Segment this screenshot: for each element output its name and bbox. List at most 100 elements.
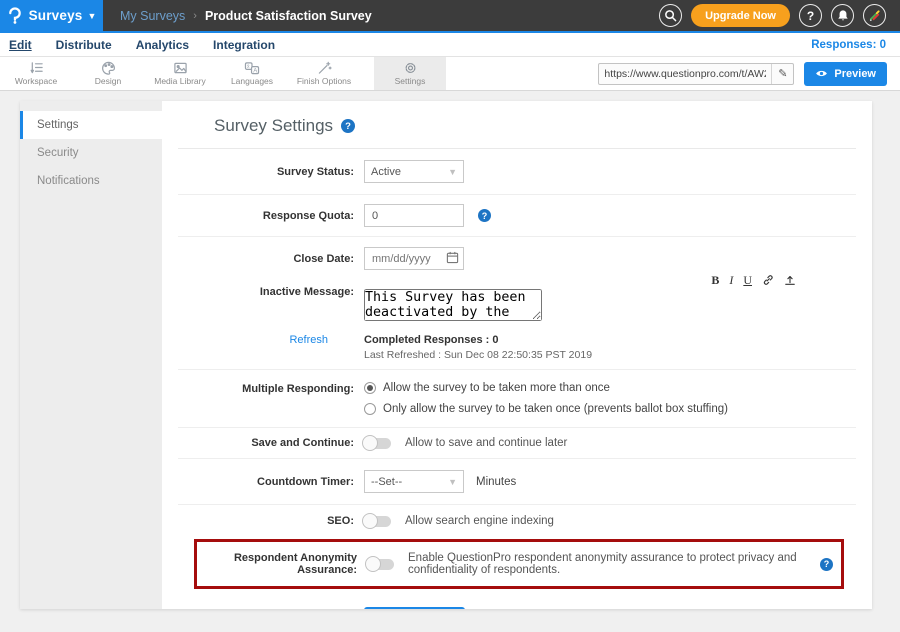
upgrade-now-button[interactable]: Upgrade Now	[691, 4, 790, 27]
workspace-icon	[29, 61, 44, 75]
tab-edit[interactable]: Edit	[9, 38, 32, 52]
toolbar-tab-label: Workspace	[15, 76, 57, 86]
tab-analytics[interactable]: Analytics	[136, 38, 189, 52]
breadcrumb-separator-icon: ›	[193, 10, 197, 22]
toolbar-tab-media-library[interactable]: Media Library	[144, 57, 216, 90]
survey-nav: Edit Distribute Analytics Integration Re…	[0, 33, 900, 57]
survey-url-box: ✎	[598, 63, 794, 85]
editor-toolbar: B I U	[364, 272, 796, 289]
close-date-label: Close Date:	[178, 253, 354, 265]
multiple-responding-row: Multiple Responding: Allow the survey to…	[178, 370, 856, 428]
anonymity-toggle[interactable]	[367, 559, 394, 570]
survey-status-row: Survey Status: Active ▼	[178, 149, 856, 195]
refresh-link[interactable]: Refresh	[178, 334, 354, 361]
toolbar-tab-label: Design	[95, 76, 121, 86]
toolbar-tab-label: Media Library	[154, 76, 206, 86]
calendar-icon[interactable]	[446, 251, 459, 264]
sidebar-item-notifications[interactable]: Notifications	[20, 167, 162, 195]
inactive-message-block: Close Date:	[178, 237, 856, 370]
radio-allow-once-label: Only allow the survey to be taken once (…	[383, 403, 728, 415]
notifications-button[interactable]	[831, 4, 854, 27]
search-icon	[664, 9, 677, 22]
sidebar-item-security[interactable]: Security	[20, 139, 162, 167]
survey-settings-help-icon[interactable]: ?	[341, 119, 355, 133]
sidebar-item-settings[interactable]: Settings	[20, 111, 162, 139]
inactive-message-textarea[interactable]: This Survey has been deactivated by the …	[364, 289, 542, 321]
toolbar-tab-finish-options[interactable]: Finish Options	[288, 57, 360, 90]
settings-main: Survey Settings ? Survey Status: Active …	[162, 101, 872, 609]
surveys-menu[interactable]: Surveys ▼	[0, 0, 103, 31]
page-title: Survey Settings	[214, 116, 333, 136]
radio-button-icon[interactable]	[364, 382, 376, 394]
palette-icon	[101, 61, 116, 75]
response-quota-row: Response Quota: ?	[178, 195, 856, 237]
response-quota-input[interactable]	[364, 204, 464, 227]
settings-sidebar: Settings Security Notifications	[20, 101, 162, 609]
toolbar-tab-languages[interactable]: A x̄ Languages	[216, 57, 288, 90]
breadcrumb-current: Product Satisfaction Survey	[205, 9, 372, 23]
save-row: Save Changes	[178, 589, 856, 609]
italic-button[interactable]: I	[729, 274, 733, 286]
survey-status-select[interactable]: Active ▼	[364, 160, 464, 183]
bold-button[interactable]: B	[711, 274, 719, 286]
survey-url-input[interactable]	[599, 64, 771, 84]
underline-button[interactable]: U	[743, 274, 752, 286]
inactive-message-row: Inactive Message: B I U	[178, 272, 856, 326]
questionpro-logo	[7, 7, 22, 24]
image-icon	[173, 61, 188, 75]
app-root: Surveys ▼ My Surveys › Product Satisfact…	[0, 0, 900, 609]
help-button[interactable]: ?	[799, 4, 822, 27]
radio-allow-multiple-label: Allow the survey to be taken more than o…	[383, 382, 610, 394]
survey-status-label: Survey Status:	[178, 166, 354, 178]
save-and-continue-toggle[interactable]	[364, 438, 391, 449]
colorful-pencil-icon	[868, 9, 881, 22]
survey-status-value: Active	[371, 166, 401, 178]
countdown-timer-row: Countdown Timer: --Set-- ▼ Minutes	[178, 459, 856, 505]
response-quota-label: Response Quota:	[178, 210, 354, 222]
surveys-menu-label: Surveys	[29, 8, 83, 23]
chevron-down-icon: ▼	[448, 167, 457, 177]
response-quota-help-icon[interactable]: ?	[478, 209, 491, 222]
seo-row: SEO: Allow search engine indexing	[178, 505, 856, 533]
countdown-timer-suffix: Minutes	[476, 476, 516, 488]
page-body: Settings Security Notifications Survey S…	[0, 91, 900, 609]
link-icon[interactable]	[762, 274, 774, 286]
upload-image-icon[interactable]	[784, 274, 796, 286]
whats-new-button[interactable]	[863, 4, 886, 27]
seo-toggle[interactable]	[364, 516, 391, 527]
anonymity-help-icon[interactable]: ?	[820, 558, 833, 571]
radio-allow-once[interactable]: Only allow the survey to be taken once (…	[364, 403, 728, 415]
magic-wand-icon	[317, 61, 332, 75]
translate-icon: A x̄	[244, 61, 260, 75]
toolbar-tab-workspace[interactable]: Workspace	[0, 57, 72, 90]
preview-label: Preview	[834, 68, 876, 80]
seo-text: Allow search engine indexing	[405, 515, 554, 527]
top-actions: Upgrade Now ?	[659, 0, 900, 31]
toolbar-tabs: Workspace Design Media Library	[0, 57, 446, 90]
save-and-continue-text: Allow to save and continue later	[405, 437, 567, 449]
chevron-down-icon: ▼	[448, 477, 457, 487]
preview-button[interactable]: Preview	[804, 62, 887, 86]
anonymity-text: Enable QuestionPro respondent anonymity …	[408, 552, 812, 576]
refresh-row: Refresh Completed Responses : 0 Last Ref…	[178, 334, 856, 361]
countdown-timer-select[interactable]: --Set-- ▼	[364, 470, 464, 493]
toolbar-right: ✎ Preview	[598, 57, 900, 90]
last-refreshed: Last Refreshed : Sun Dec 08 22:50:35 PST…	[364, 349, 592, 361]
title-row: Survey Settings ?	[178, 101, 856, 149]
breadcrumb-my-surveys[interactable]: My Surveys	[120, 9, 185, 23]
search-button[interactable]	[659, 4, 682, 27]
toolbar-tab-label: Settings	[395, 76, 426, 86]
radio-button-icon[interactable]	[364, 403, 376, 415]
responses-count: Responses: 0	[811, 39, 886, 51]
chevron-down-icon: ▼	[88, 11, 97, 21]
radio-allow-multiple[interactable]: Allow the survey to be taken more than o…	[364, 382, 610, 394]
tab-distribute[interactable]: Distribute	[56, 38, 112, 52]
tab-integration[interactable]: Integration	[213, 38, 275, 52]
countdown-timer-label: Countdown Timer:	[178, 476, 354, 488]
settings-card: Settings Security Notifications Survey S…	[20, 101, 872, 609]
toolbar-tab-design[interactable]: Design	[72, 57, 144, 90]
toolbar-tab-settings[interactable]: Settings	[374, 57, 446, 90]
save-changes-button[interactable]: Save Changes	[364, 607, 465, 609]
pencil-icon: ✎	[778, 67, 787, 80]
edit-url-button[interactable]: ✎	[771, 64, 793, 84]
